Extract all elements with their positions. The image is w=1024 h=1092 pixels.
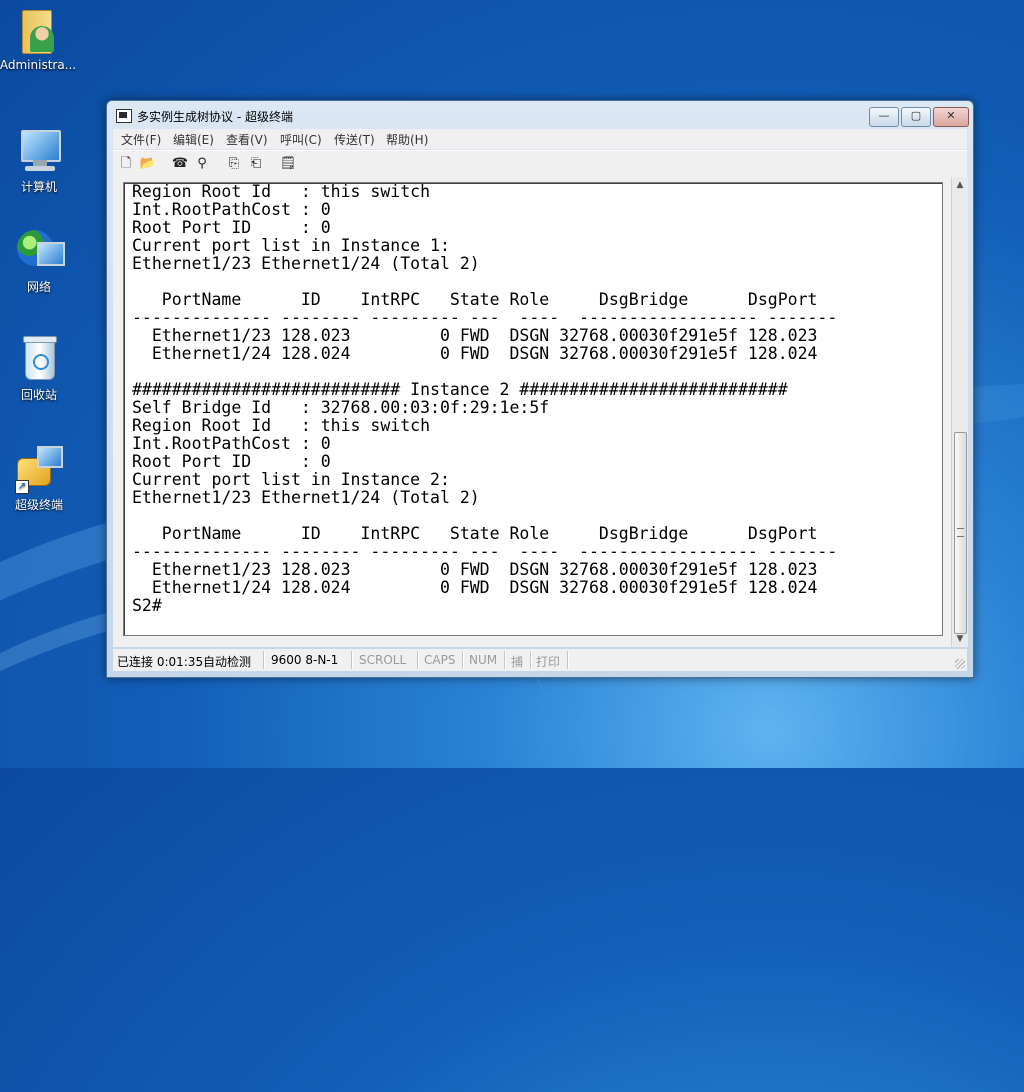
minimize-button[interactable]: — <box>869 107 899 127</box>
hyperterminal-window: 多实例生成树协议 - 超级终端 — ▢ ✕ 文件(F) 编辑(E) 查看(V) … <box>106 100 974 678</box>
terminal-line: Ethernet1/23 128.023 0 FWD DSGN 32768.00… <box>132 326 818 345</box>
toolbar: 🗋 📂 ☎ ⚲ ⎘ ⎗ 🗒 <box>113 150 967 178</box>
resize-grip-icon[interactable] <box>955 659 965 669</box>
menu-call[interactable]: 呼叫(C) <box>280 131 322 148</box>
title-bar[interactable]: 多实例生成树协议 - 超级终端 — ▢ ✕ <box>107 101 973 131</box>
status-print: 打印 <box>536 655 561 669</box>
shortcut-arrow-icon: ↗ <box>15 480 29 494</box>
terminal-line: S2# <box>132 596 162 615</box>
send-icon[interactable]: ⎘ <box>225 155 243 173</box>
terminal-line: Ethernet1/23 128.023 0 FWD DSGN 32768.00… <box>132 560 818 579</box>
close-button[interactable]: ✕ <box>933 107 969 127</box>
status-caps: CAPS <box>424 653 456 667</box>
desktop-icon-computer[interactable]: 计算机 <box>0 126 79 195</box>
vertical-scrollbar[interactable]: ▲ ▼ <box>951 177 968 647</box>
terminal-line: Root Port ID : 0 <box>132 452 331 471</box>
desktop-icon-label: 回收站 <box>20 388 57 402</box>
terminal-line: Ethernet1/23 Ethernet1/24 (Total 2) <box>132 254 480 273</box>
open-icon[interactable]: 📂 <box>139 155 157 173</box>
menu-file[interactable]: 文件(F) <box>121 131 161 148</box>
status-capture: 捕 <box>511 655 524 669</box>
terminal-line: Int.RootPathCost : 0 <box>132 200 331 219</box>
network-icon <box>15 226 65 274</box>
terminal-line: PortName ID IntRPC State Role DsgBridge … <box>132 290 818 309</box>
terminal-line: PortName ID IntRPC State Role DsgBridge … <box>132 524 818 543</box>
terminal-line: Current port list in Instance 2: <box>132 470 450 489</box>
status-scroll: SCROLL <box>359 653 407 667</box>
recycle-bin-icon <box>15 334 63 382</box>
menu-transfer[interactable]: 传送(T) <box>334 131 375 148</box>
terminal-line: Root Port ID : 0 <box>132 218 331 237</box>
user-folder-icon <box>14 6 62 54</box>
terminal-line: Ethernet1/23 Ethernet1/24 (Total 2) <box>132 488 480 507</box>
desktop-icon-recycle-bin[interactable]: 回收站 <box>0 334 79 403</box>
status-num: NUM <box>469 653 498 667</box>
desktop-icon-label: 超级终端 <box>14 498 63 512</box>
desktop-icon-label: Administra... <box>0 58 77 72</box>
terminal-line: Self Bridge Id : 32768.00:03:0f:29:1e:5f <box>132 398 550 417</box>
menu-view[interactable]: 查看(V) <box>226 131 268 148</box>
desktop-icon-administrator[interactable]: Administra... <box>0 6 78 72</box>
terminal-line: Current port list in Instance 1: <box>132 236 450 255</box>
terminal-screen[interactable]: Region Root Id : this switch Int.RootPath… <box>123 182 943 636</box>
receive-icon[interactable]: ⎗ <box>247 155 265 173</box>
maximize-button[interactable]: ▢ <box>901 107 931 127</box>
window-title: 多实例生成树协议 - 超级终端 <box>137 110 293 124</box>
menu-help[interactable]: 帮助(H) <box>386 131 428 148</box>
status-detect: 自动检测 <box>203 655 252 669</box>
scroll-up-arrow-icon[interactable]: ▲ <box>952 177 968 193</box>
terminal-line: Ethernet1/24 128.024 0 FWD DSGN 32768.00… <box>132 578 818 597</box>
client-area: Region Root Id : this switch Int.RootPath… <box>113 177 968 647</box>
status-connected: 已连接 0:01:35 <box>117 655 204 669</box>
terminal-line: Region Root Id : this switch <box>132 416 431 435</box>
desktop-icon-label: 网络 <box>26 280 51 294</box>
terminal-line: -------------- -------- --------- --- --… <box>132 308 838 327</box>
terminal-line: Ethernet1/24 128.024 0 FWD DSGN 32768.00… <box>132 344 818 363</box>
scrollbar-thumb[interactable] <box>954 432 967 634</box>
hyperterminal-icon: ↗ <box>15 444 63 494</box>
terminal-line: -------------- -------- --------- --- --… <box>132 542 838 561</box>
desktop-icon-label: 计算机 <box>20 180 57 194</box>
scroll-down-arrow-icon[interactable]: ▼ <box>952 631 968 647</box>
terminal-app-icon[interactable] <box>116 109 132 123</box>
status-bar: 已连接 0:01:35 自动检测 9600 8-N-1 SCROLL CAPS … <box>113 649 967 671</box>
desktop-icon-hyperterminal[interactable]: ↗ 超级终端 <box>0 444 79 513</box>
desktop-icon-network[interactable]: 网络 <box>0 226 79 295</box>
computer-icon <box>15 126 63 174</box>
status-baud: 9600 8-N-1 <box>271 653 339 667</box>
menu-edit[interactable]: 编辑(E) <box>173 131 214 148</box>
terminal-line: ########################### Instance 2 #… <box>132 380 788 399</box>
menu-bar: 文件(F) 编辑(E) 查看(V) 呼叫(C) 传送(T) 帮助(H) <box>113 129 967 149</box>
properties-icon[interactable]: 🗒 <box>279 155 297 173</box>
grip-icon <box>957 528 964 537</box>
disconnect-icon[interactable]: ☎ <box>171 155 189 173</box>
new-icon[interactable]: 🗋 <box>117 155 135 173</box>
call-icon[interactable]: ⚲ <box>193 155 211 173</box>
terminal-line: Int.RootPathCost : 0 <box>132 434 331 453</box>
terminal-line: Region Root Id : this switch <box>132 182 431 201</box>
